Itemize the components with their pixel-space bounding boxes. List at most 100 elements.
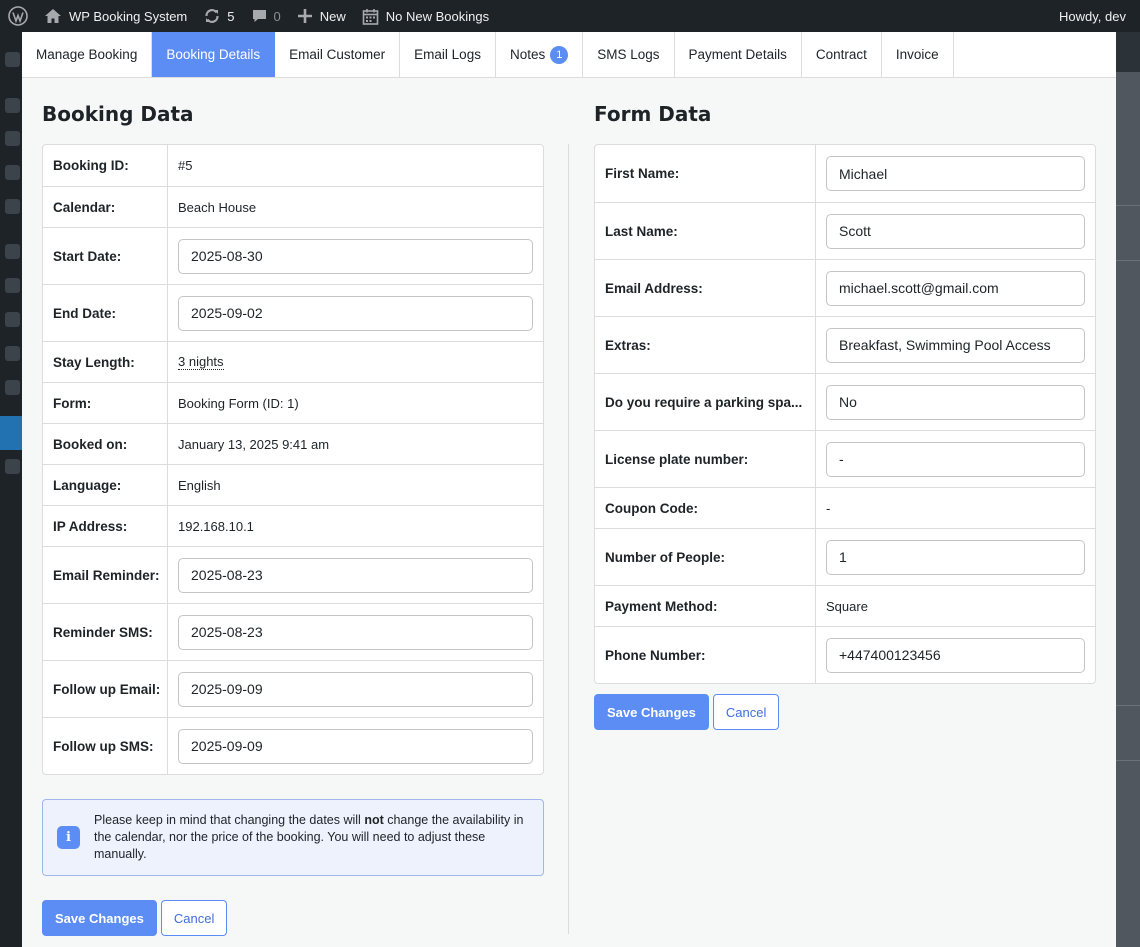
- first-name-input[interactable]: [826, 156, 1085, 191]
- last-name-row: Last Name:: [595, 202, 1095, 259]
- booking-id-value: #5: [178, 158, 193, 173]
- form-save-changes-button[interactable]: Save Changes: [594, 694, 709, 730]
- field-label: Form:: [43, 383, 168, 423]
- info-icon: i: [57, 826, 80, 849]
- phone-number-input[interactable]: [826, 637, 1085, 673]
- tab-contract[interactable]: Contract: [802, 32, 882, 77]
- booking-data-section: Booking Data Booking ID: #5 Calendar: Be…: [42, 78, 544, 936]
- greeting: Howdy, dev: [1059, 8, 1126, 24]
- field-label: Reminder SMS:: [43, 604, 168, 660]
- bg-header-strip: [1116, 32, 1140, 72]
- stay-length-value: 3 nights: [178, 354, 224, 370]
- tab-bar: Manage Booking Booking Details Email Cus…: [22, 32, 1116, 78]
- field-label: Follow up SMS:: [43, 718, 168, 774]
- updates-link[interactable]: 5: [195, 0, 242, 32]
- license-plate-input[interactable]: [826, 441, 1085, 477]
- tab-sms-logs[interactable]: SMS Logs: [583, 32, 675, 77]
- booking-data-title: Booking Data: [42, 102, 194, 126]
- extras-input[interactable]: [826, 327, 1085, 363]
- wordpress-logo-icon[interactable]: [0, 0, 36, 32]
- follow-up-sms-input[interactable]: [178, 728, 533, 764]
- notes-count-badge: 1: [550, 45, 569, 64]
- booking-data-table: Booking ID: #5 Calendar: Beach House Sta…: [42, 144, 544, 775]
- booked-on-row: Booked on: January 13, 2025 9:41 am: [43, 423, 543, 464]
- date-change-notice: i Please keep in mind that changing the …: [42, 799, 544, 876]
- users-icon: [5, 312, 20, 327]
- field-label: End Date:: [43, 285, 168, 341]
- end-date-input[interactable]: [178, 295, 533, 331]
- new-content-link[interactable]: New: [289, 0, 354, 32]
- collapse-icon: [5, 459, 20, 474]
- notice-text: Please keep in mind that changing the da…: [94, 813, 524, 861]
- form-value: Booking Form (ID: 1): [178, 395, 299, 411]
- posts-icon: [5, 98, 20, 113]
- reminder-sms-row: Reminder SMS:: [43, 603, 543, 660]
- tools-icon: [5, 346, 20, 361]
- follow-up-email-input[interactable]: [178, 671, 533, 707]
- comments-link[interactable]: 0: [243, 0, 289, 32]
- number-of-people-input[interactable]: [826, 539, 1085, 575]
- cancel-button[interactable]: Cancel: [160, 900, 228, 936]
- follow-up-email-row: Follow up Email:: [43, 660, 543, 717]
- field-label: Booking ID:: [43, 145, 168, 186]
- plus-icon: [297, 9, 312, 23]
- field-label: Extras:: [595, 317, 816, 373]
- admin-bar: WP Booking System 5 0 New No New Booking…: [0, 0, 1140, 32]
- form-row: Form: Booking Form (ID: 1): [43, 382, 543, 423]
- field-label: Phone Number:: [595, 627, 816, 683]
- plugins-icon: [5, 278, 20, 293]
- form-cancel-button[interactable]: Cancel: [712, 694, 780, 730]
- form-data-section: Form Data First Name: Last Name: Email A…: [594, 78, 1096, 730]
- tab-payment-details[interactable]: Payment Details: [675, 32, 802, 77]
- form-data-table: First Name: Last Name: Email Address: Ex…: [594, 144, 1096, 684]
- parking-input[interactable]: [826, 384, 1085, 420]
- field-label: Language:: [43, 465, 168, 505]
- email-reminder-input[interactable]: [178, 557, 533, 593]
- extras-row: Extras:: [595, 316, 1095, 373]
- bookings-link[interactable]: No New Bookings: [354, 0, 497, 32]
- reminder-sms-input[interactable]: [178, 614, 533, 650]
- ip-address-row: IP Address: 192.168.10.1: [43, 505, 543, 546]
- tab-notes[interactable]: Notes 1: [496, 32, 584, 77]
- save-changes-button[interactable]: Save Changes: [42, 900, 157, 936]
- updates-icon: [205, 9, 219, 23]
- first-name-row: First Name:: [595, 145, 1095, 202]
- tab-email-logs[interactable]: Email Logs: [400, 32, 496, 77]
- settings-icon: [5, 380, 20, 395]
- site-name-link[interactable]: WP Booking System: [36, 0, 195, 32]
- tab-invoice[interactable]: Invoice: [882, 32, 954, 77]
- email-reminder-row: Email Reminder:: [43, 546, 543, 603]
- tab-manage-booking[interactable]: Manage Booking: [22, 32, 153, 77]
- license-plate-row: License plate number:: [595, 430, 1095, 487]
- start-date-row: Start Date:: [43, 227, 543, 284]
- field-label: Follow up Email:: [43, 661, 168, 717]
- tab-email-customer[interactable]: Email Customer: [275, 32, 401, 77]
- field-label: Stay Length:: [43, 342, 168, 382]
- booking-modal: Manage Booking Booking Details Email Cus…: [22, 32, 1116, 947]
- bg-divider: [1116, 705, 1140, 706]
- email-address-row: Email Address:: [595, 259, 1095, 316]
- comments-menu-icon: [5, 199, 20, 214]
- booking-menu-active: [0, 416, 22, 450]
- dashboard-icon: [5, 52, 20, 67]
- booked-on-value: January 13, 2025 9:41 am: [178, 436, 330, 452]
- language-value: English: [178, 477, 221, 493]
- tab-booking-details[interactable]: Booking Details: [152, 32, 276, 77]
- comments-count: 0: [273, 8, 281, 24]
- stay-length-row: Stay Length: 3 nights: [43, 341, 543, 382]
- media-icon: [5, 131, 20, 146]
- site-name: WP Booking System: [69, 8, 188, 24]
- payment-method-value: Square: [826, 598, 868, 614]
- form-data-actions: Save Changes Cancel: [594, 694, 1096, 730]
- new-label: New: [319, 8, 346, 24]
- parking-row: Do you require a parking spa...: [595, 373, 1095, 430]
- bookings-label: No New Bookings: [385, 8, 490, 24]
- last-name-input[interactable]: [826, 213, 1085, 249]
- account-link[interactable]: Howdy, dev: [1051, 0, 1140, 32]
- bg-divider: [1116, 260, 1140, 261]
- start-date-input[interactable]: [178, 238, 533, 274]
- appearance-icon: [5, 244, 20, 259]
- email-address-input[interactable]: [826, 270, 1085, 306]
- number-of-people-row: Number of People:: [595, 528, 1095, 585]
- calendar-row: Calendar: Beach House: [43, 186, 543, 227]
